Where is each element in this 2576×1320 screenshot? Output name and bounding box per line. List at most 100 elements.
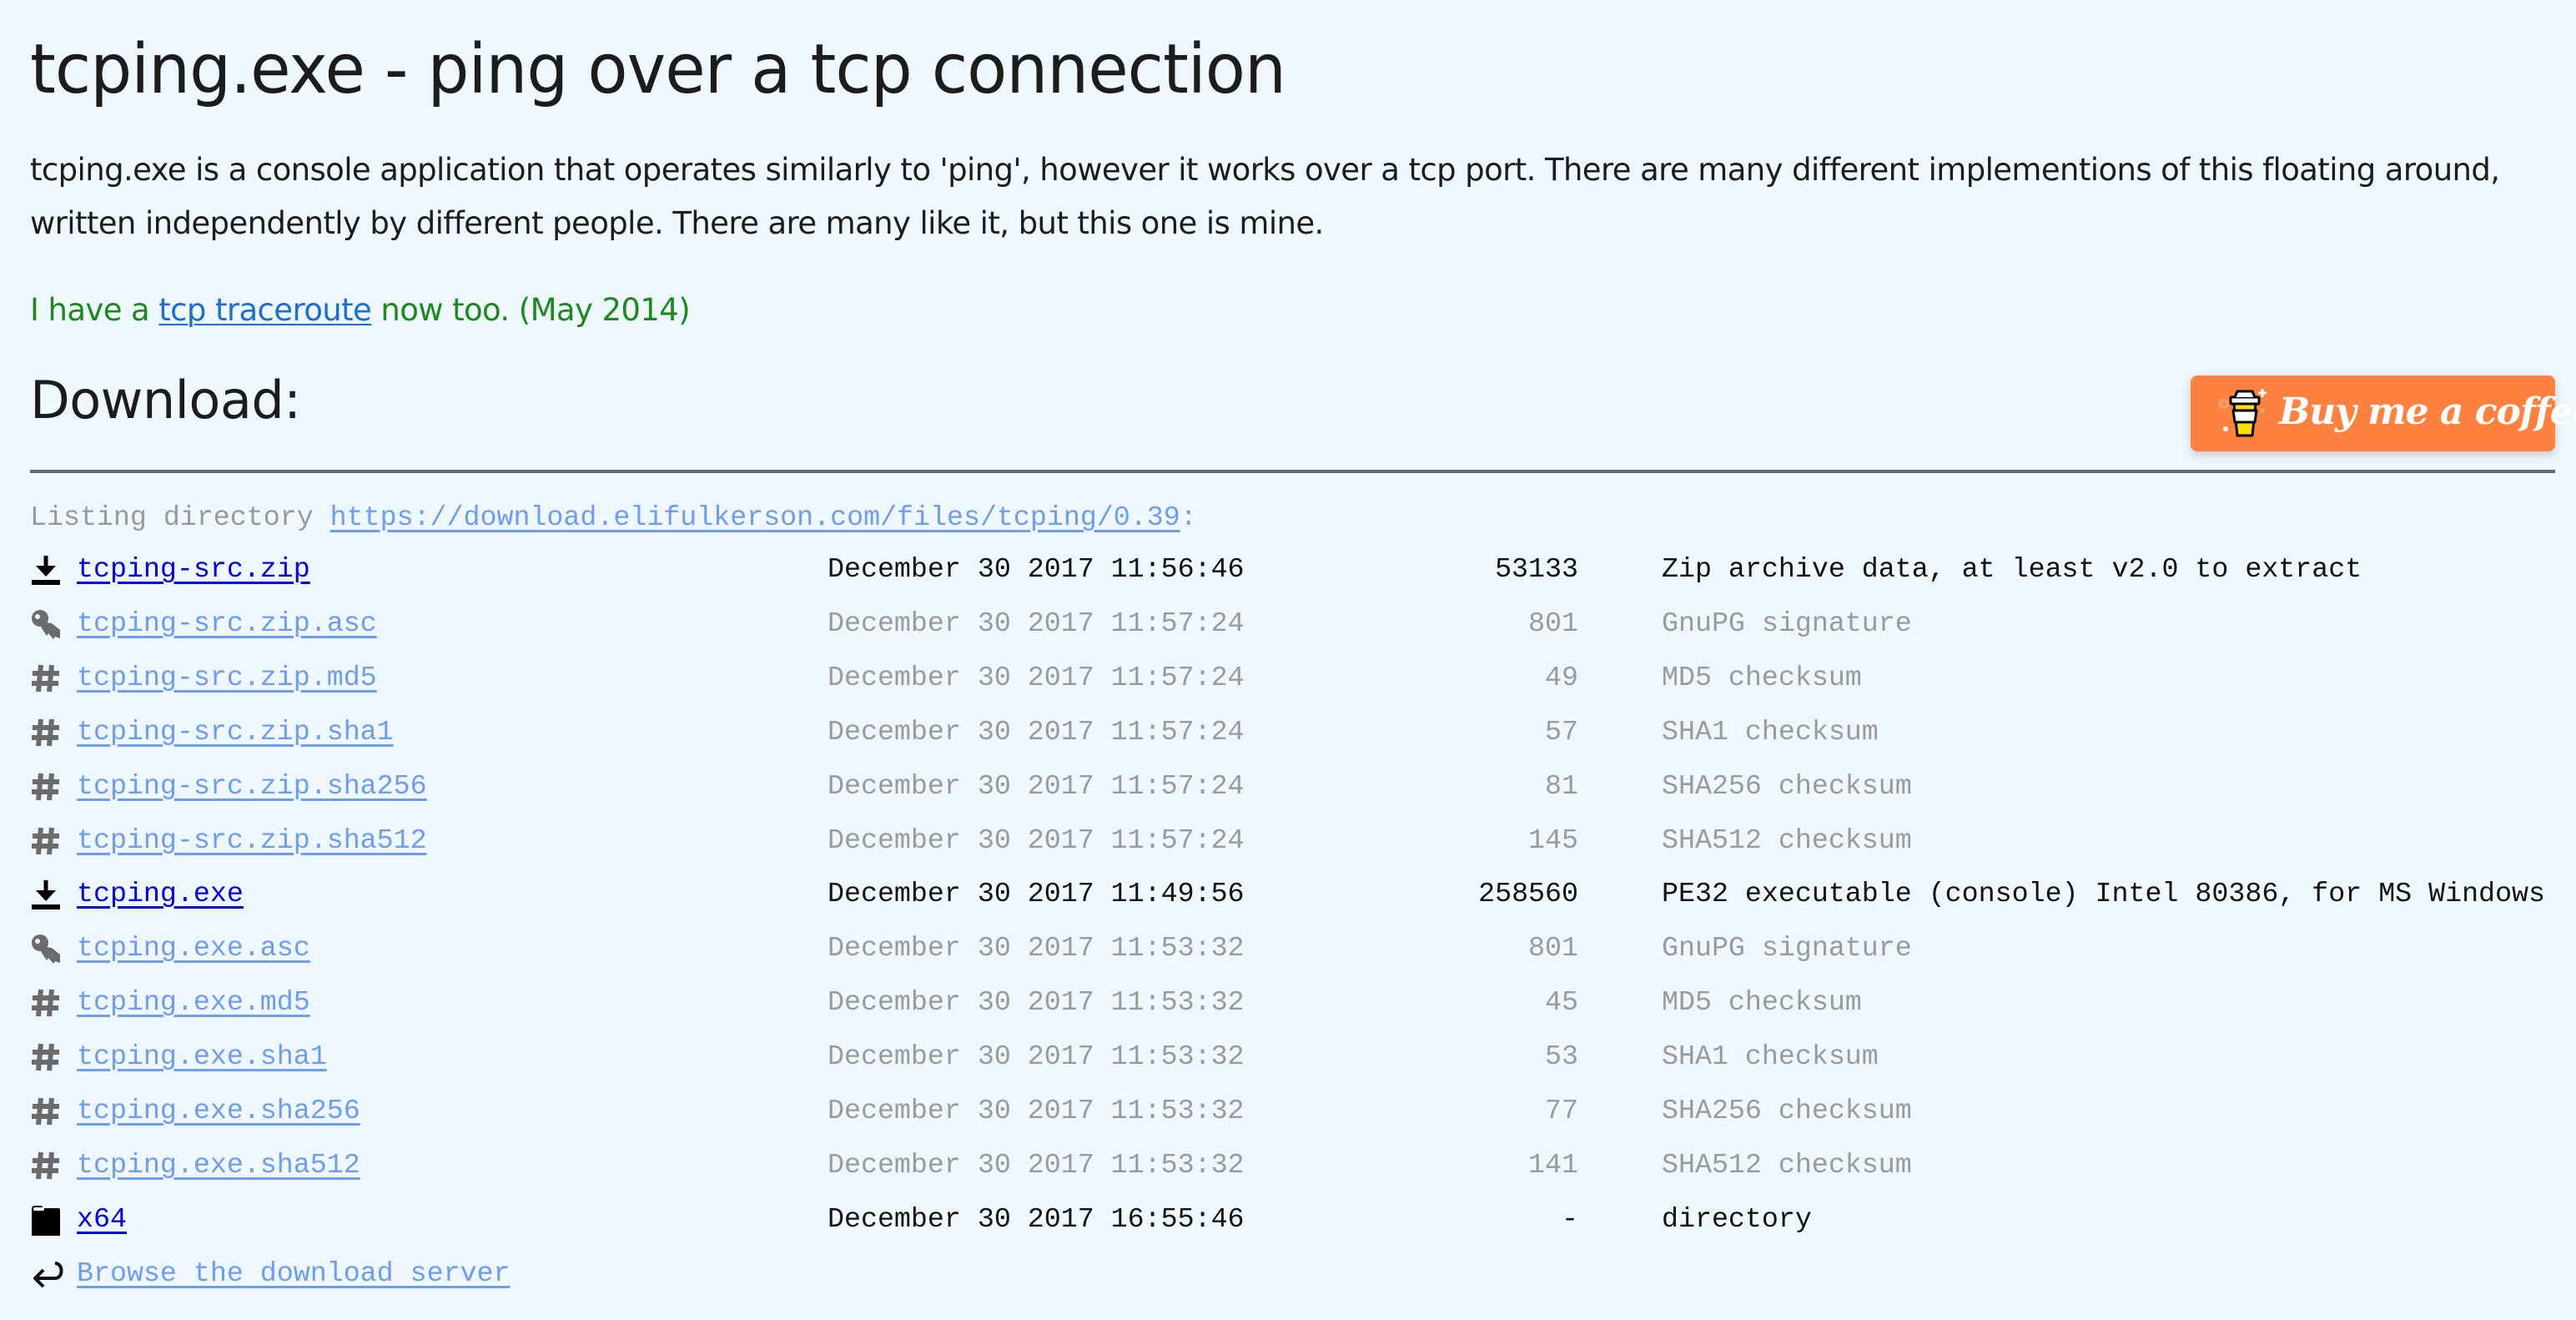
hash-icon [30,663,62,694]
listing-url-link[interactable]: https://download.elifulkerson.com/files/… [330,501,1180,533]
file-name-cell: tcping.exe.asc [77,928,310,968]
page-title: tcping.exe - ping over a tcp connection [30,30,1286,109]
file-date: December 30 2017 11:57:24 [828,824,1245,856]
file-description: SHA512 checksum [1662,1148,1912,1181]
key-icon [30,608,62,640]
file-size: 258560 [1478,878,1578,910]
file-link[interactable]: tcping.exe [77,878,244,909]
file-name-cell: tcping-src.zip [77,549,310,589]
file-size: 141 [1528,1148,1578,1181]
file-description: MD5 checksum [1662,986,1862,1019]
file-name-cell: tcping.exe.md5 [77,982,310,1022]
file-name-cell: tcping-src.zip.sha1 [77,712,394,752]
file-link[interactable]: tcping-src.zip.sha256 [77,770,427,802]
file-link[interactable]: tcping.exe.md5 [77,986,310,1018]
file-name-cell: tcping-src.zip.sha256 [77,766,427,806]
file-date: December 30 2017 11:49:56 [828,878,1245,910]
file-description: SHA1 checksum [1662,1040,1879,1073]
listing-row: tcping-src.zip.asc December 30 2017 11:57… [0,603,2576,657]
file-size: 81 [1545,769,1578,802]
return-arrow-icon [33,1261,63,1288]
file-size: 45 [1545,986,1578,1019]
coffee-cup-icon [2219,389,2267,437]
file-description: PE32 executable (console) Intel 80386, f… [1662,878,2546,910]
file-size: 801 [1528,607,1578,639]
file-name-cell: tcping-src.zip.sha512 [77,820,427,860]
file-link[interactable]: tcping-src.zip.sha1 [77,716,394,748]
listing-row: tcping.exe.asc December 30 2017 11:53:32 8… [0,928,2576,981]
file-date: December 30 2017 11:53:32 [828,986,1245,1019]
hash-icon [30,1150,62,1181]
hash-icon [30,825,62,857]
file-name-cell: tcping.exe.sha1 [77,1036,327,1076]
file-date: December 30 2017 11:57:24 [828,607,1245,639]
listing-header: Listing directory https://download.elifu… [30,497,1197,537]
listing-row: tcping.exe.sha256 December 30 2017 11:53:… [0,1091,2576,1144]
file-date: December 30 2017 11:53:32 [828,1148,1245,1181]
listing-row: tcping-src.zip.md5 December 30 2017 11:57… [0,657,2576,711]
file-size: 77 [1545,1095,1578,1126]
file-name-cell: tcping.exe.sha512 [77,1145,360,1185]
buy-me-a-coffee-button[interactable]: Buy me a coffee [2191,375,2576,451]
file-description: SHA512 checksum [1662,824,1912,856]
folder-icon [30,1204,62,1236]
file-date: December 30 2017 11:56:46 [828,553,1245,585]
file-name-cell: x64 [77,1199,127,1239]
intro-paragraph: tcping.exe is a console application that… [30,152,2500,241]
file-link[interactable]: tcping-src.zip.sha512 [77,824,427,856]
file-link[interactable]: tcping.exe.asc [77,932,310,964]
file-description: GnuPG signature [1662,607,1912,639]
download-icon [30,879,62,910]
news-suffix: now too. (May 2014) [371,292,691,328]
file-link[interactable]: tcping-src.zip.md5 [77,662,377,693]
listing-row: tcping.exe.md5 December 30 2017 11:53:32 4… [0,982,2576,1035]
news-line: I have a tcp traceroute now too. (May 20… [30,284,691,337]
hash-icon [30,987,62,1019]
file-name-cell: tcping.exe.sha256 [77,1091,360,1131]
file-description: GnuPG signature [1662,932,1912,965]
listing-suffix: : [1180,501,1197,533]
file-name-cell: tcping-src.zip.md5 [77,657,377,698]
file-date: December 30 2017 11:53:32 [828,1040,1245,1073]
listing-prefix: Listing directory [30,501,330,533]
listing-row: tcping-src.zip.sha256 December 30 2017 11… [0,766,2576,819]
listing-row: x64 December 30 2017 16:55:46 - directory [0,1199,2576,1252]
file-description: directory [1662,1202,1812,1235]
listing-row: tcping.exe December 30 2017 11:49:56 25856… [0,874,2576,927]
browse-download-server-link[interactable]: Browse the download server [77,1253,511,1293]
news-prefix: I have a [30,292,159,328]
listing-row: tcping.exe.sha512 December 30 2017 11:53:… [0,1145,2576,1198]
file-description: MD5 checksum [1662,661,1862,693]
listing-row: tcping-src.zip.sha512 December 30 2017 11… [0,820,2576,874]
key-icon [30,933,62,965]
file-size: - [1562,1202,1578,1235]
file-link[interactable]: x64 [77,1203,127,1235]
file-link[interactable]: tcping-src.zip.asc [77,607,377,639]
listing-row: tcping.exe.sha1 December 30 2017 11:53:32… [0,1036,2576,1090]
file-link[interactable]: tcping-src.zip [77,553,310,585]
file-size: 801 [1528,932,1578,965]
tcp-traceroute-link[interactable]: tcp traceroute [158,292,372,328]
file-date: December 30 2017 11:57:24 [828,769,1245,802]
file-link[interactable]: tcping.exe.sha512 [77,1149,360,1181]
file-date: December 30 2017 11:57:24 [828,661,1245,693]
file-size: 53133 [1495,553,1578,585]
file-description: SHA1 checksum [1662,715,1879,748]
file-description: SHA256 checksum [1662,769,1912,802]
hash-icon [30,717,62,748]
file-size: 53 [1545,1040,1578,1073]
hash-icon [30,1096,62,1127]
file-description: Zip archive data, at least v2.0 to extra… [1662,553,2362,585]
listing-row: tcping-src.zip December 30 2017 11:56:46 5… [0,549,2576,602]
download-icon [30,554,62,586]
file-size: 145 [1528,824,1578,856]
coffee-button-label: Buy me a coffee [2279,390,2576,433]
hash-icon [30,771,62,803]
file-description: SHA256 checksum [1662,1095,1912,1126]
file-date: December 30 2017 11:57:24 [828,715,1245,748]
listing-row: tcping-src.zip.sha1 December 30 2017 11:5… [0,712,2576,765]
file-name-cell: tcping-src.zip.asc [77,603,377,643]
file-link[interactable]: tcping.exe.sha256 [77,1095,360,1126]
hash-icon [30,1041,62,1073]
file-link[interactable]: tcping.exe.sha1 [77,1040,327,1072]
